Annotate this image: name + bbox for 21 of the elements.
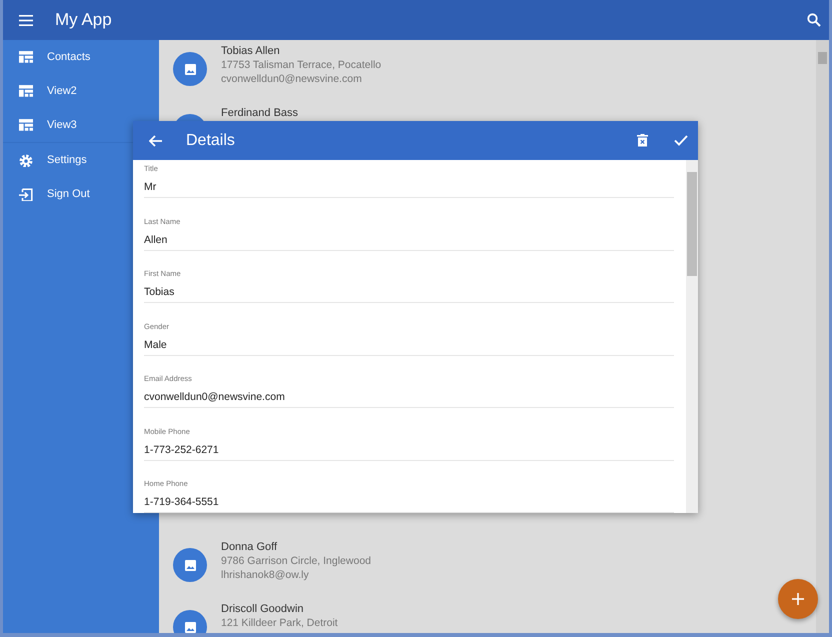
sidebar-item[interactable]: Contacts bbox=[3, 40, 159, 74]
app-title: My App bbox=[55, 9, 112, 32]
contact-address: 9786 Garrison Circle, Inglewood bbox=[221, 554, 371, 568]
contact-email: lhrishanok8@ow.ly bbox=[221, 568, 310, 582]
contact-address: 121 Killdeer Park, Detroit bbox=[221, 616, 338, 630]
input-field[interactable]: Allen bbox=[144, 232, 674, 248]
input-field[interactable]: cvonwelldun0@newsvine.com bbox=[144, 389, 674, 406]
sidebar-item[interactable]: View3 bbox=[3, 108, 159, 142]
input-field[interactable]: Tobias bbox=[144, 284, 674, 300]
contact-name: Donna Goff bbox=[221, 540, 278, 554]
sidebar-item[interactable]: View2 bbox=[3, 74, 159, 108]
contact-address: 17753 Talisman Terrace, Pocatello bbox=[221, 58, 382, 72]
input-field[interactable]: 1-773-252-6271 bbox=[144, 442, 674, 458]
input-field[interactable]: Mr bbox=[144, 179, 674, 196]
dialog-title: Details bbox=[186, 130, 235, 150]
contact-name: Driscoll Goodwin bbox=[221, 602, 305, 616]
input-field[interactable]: 1-719-364-5551 bbox=[144, 494, 674, 510]
contact-name: Tobias Allen bbox=[221, 44, 281, 58]
input-field[interactable]: Male bbox=[144, 336, 674, 353]
contact-email: cvonwelldun0@newsvine.com bbox=[221, 72, 363, 86]
contact-name: Ferdinand Bass bbox=[221, 106, 298, 120]
